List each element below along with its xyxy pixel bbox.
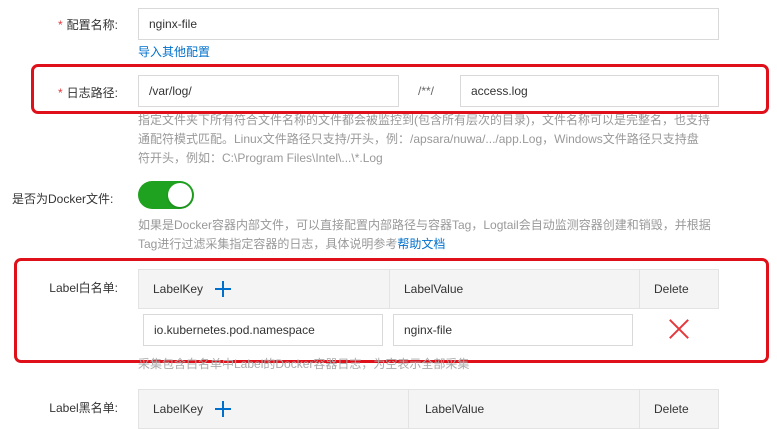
docker-label: 是否为Docker文件:	[12, 192, 114, 206]
help-doc-link[interactable]: 帮助文档	[397, 237, 445, 251]
whitelist-help: 采集包含白名单中Label的Docker容器日志，为空表示全部采集	[138, 357, 470, 371]
log-path-help-line: 指定文件夹下所有符合文件名称的文件都会被监控到(包含所有层次的目录)，文件名称可…	[138, 113, 710, 127]
blacklist-header-value: LabelValue	[408, 390, 639, 428]
docker-help: 如果是Docker容器内部文件，可以直接配置内部路径与容器Tag，Logtail…	[138, 216, 711, 254]
log-dir-input[interactable]: /var/log/	[138, 75, 399, 107]
docker-help-line: Tag进行过滤采集指定容器的日志，具体说明参考帮助文档	[138, 237, 446, 251]
whitelist-key-input[interactable]: io.kubernetes.pod.namespace	[143, 314, 383, 346]
toggle-knob	[168, 183, 192, 207]
log-path-label: * 日志路径:	[57, 86, 118, 100]
add-blacklist-label-plus-icon[interactable]	[215, 401, 231, 417]
import-config-link[interactable]: 导入其他配置	[138, 43, 210, 60]
blacklist-header-delete: Delete	[639, 390, 719, 428]
log-path-help: 指定文件夹下所有符合文件名称的文件都会被监控到(包含所有层次的目录)，文件名称可…	[138, 111, 710, 168]
whitelist-value-input[interactable]: nginx-file	[393, 314, 633, 346]
whitelist-table-header: LabelKey LabelValue Delete	[138, 269, 719, 309]
config-name-label: * 配置名称:	[57, 18, 118, 32]
blacklist-table-header: LabelKey LabelValue Delete	[138, 389, 719, 429]
path-separator: /**/	[418, 84, 435, 98]
delete-row-x-icon[interactable]	[669, 319, 689, 339]
log-file-input[interactable]: access.log	[460, 75, 719, 107]
add-whitelist-label-plus-icon[interactable]	[215, 281, 231, 297]
whitelist-header-key: LabelKey	[138, 270, 389, 308]
log-path-help-line: 通配符模式匹配。Linux文件路径只支持/开头，例：/apsara/nuwa/.…	[138, 132, 699, 146]
docker-toggle[interactable]	[138, 181, 194, 209]
whitelist-header-value: LabelValue	[389, 270, 639, 308]
docker-help-line: 如果是Docker容器内部文件，可以直接配置内部路径与容器Tag，Logtail…	[138, 218, 711, 232]
log-path-help-line: 符开头，例如：C:\Program Files\Intel\...\*.Log	[138, 151, 383, 165]
config-name-input[interactable]: nginx-file	[138, 8, 719, 40]
label-blacklist-label: Label黑名单:	[49, 401, 118, 415]
label-whitelist-label: Label白名单:	[49, 281, 118, 295]
blacklist-header-key: LabelKey	[138, 390, 408, 428]
whitelist-header-delete: Delete	[639, 270, 719, 308]
